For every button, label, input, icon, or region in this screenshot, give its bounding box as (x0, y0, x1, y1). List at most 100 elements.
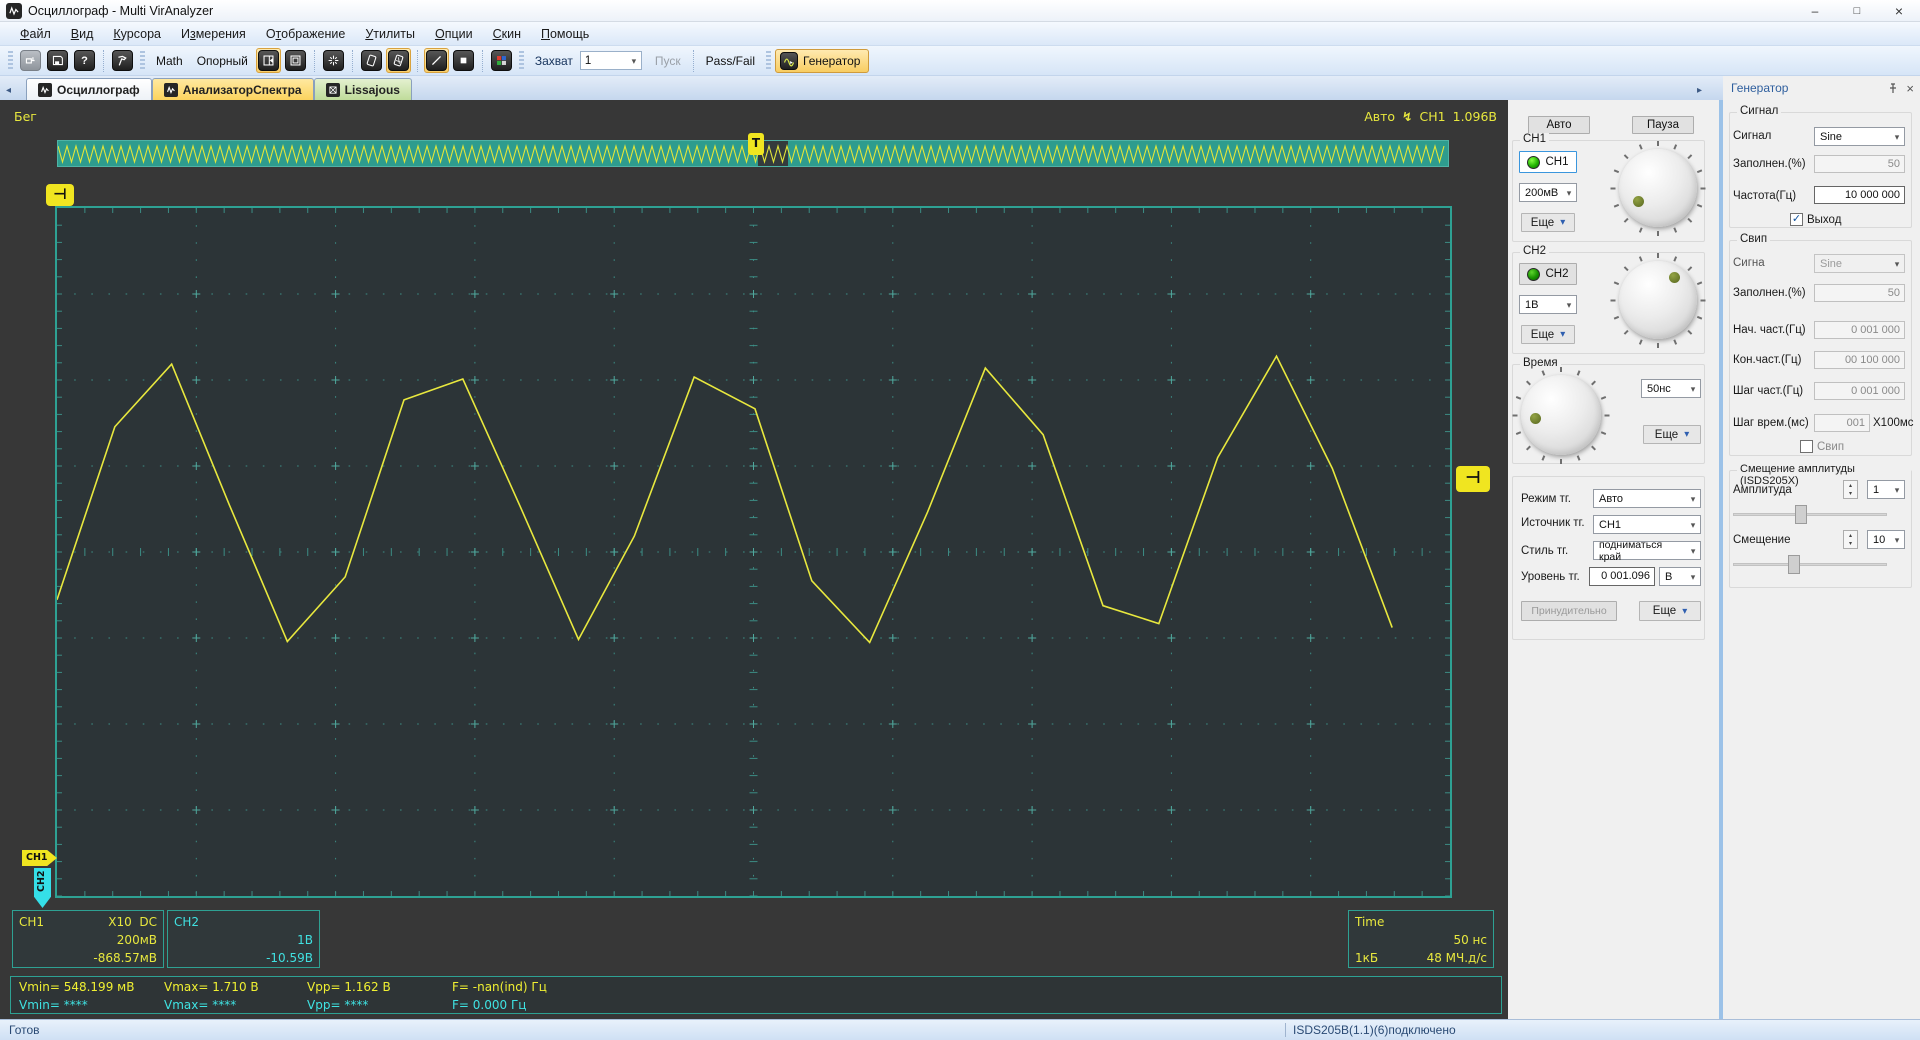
ch1-enable-toggle[interactable]: CH1 (1519, 151, 1577, 173)
ch2-more-button[interactable]: Еще (1521, 325, 1575, 344)
trigger-level-unit-select[interactable]: В (1659, 567, 1701, 586)
close-panel-icon[interactable]: × (1906, 81, 1914, 96)
menu-help[interactable]: Помощь (531, 24, 599, 44)
ch2-ground-marker[interactable]: CH2 (34, 868, 51, 908)
trigger-mode-select[interactable]: Авто (1593, 489, 1701, 508)
spinner-down-icon[interactable] (1844, 490, 1857, 499)
trigger-position-marker[interactable]: ⊣ (46, 184, 74, 206)
generator-toggle-button[interactable]: Генератор (775, 48, 870, 73)
pause-button[interactable]: Пауза (1632, 116, 1694, 134)
sweep-signal-select[interactable]: Sine (1814, 254, 1905, 273)
offset-select[interactable]: 10 (1867, 530, 1905, 549)
menu-utilities[interactable]: Утилиты (355, 24, 425, 44)
toolbar-grip[interactable] (8, 50, 13, 71)
ch2-offset-knob[interactable] (1610, 253, 1706, 348)
tab-scroll-left-icon[interactable] (6, 85, 11, 96)
tab-scroll-right-icon[interactable] (1697, 85, 1702, 96)
ch1-more-button[interactable]: Еще (1521, 213, 1575, 232)
minimize-button[interactable] (1794, 0, 1836, 21)
toolbar: ? Math Опорный Захват 1 ▾ Пуск Pass/Fail… (0, 46, 1920, 76)
step-time-input[interactable]: 001 (1814, 414, 1870, 432)
spinner-down-icon[interactable] (1844, 540, 1857, 549)
menu-options[interactable]: Опции (425, 24, 483, 44)
help-button[interactable]: ? (72, 48, 97, 73)
offset-slider-track[interactable] (1733, 563, 1887, 566)
ch2-group: CH2 CH2 1В Еще (1512, 245, 1706, 354)
trigger-level-input[interactable]: 0 001.096 (1589, 567, 1655, 586)
pin-icon[interactable] (1888, 82, 1898, 94)
device-screen-button[interactable] (359, 48, 384, 73)
colors-button[interactable] (489, 48, 514, 73)
step-freq-input[interactable]: 0 001 000 (1814, 382, 1905, 400)
restore-button[interactable] (1836, 0, 1878, 21)
trigger-level-marker[interactable]: ⊣ (1456, 466, 1490, 492)
ch2-enable-toggle[interactable]: CH2 (1519, 263, 1577, 285)
sweep-duty-input[interactable]: 50 (1814, 284, 1905, 302)
time-more-button[interactable]: Еще (1643, 425, 1701, 444)
menu-view[interactable]: Вид (61, 24, 104, 44)
force-trigger-button[interactable]: Принудительно (1521, 601, 1617, 621)
timebase-select[interactable]: 50нс (1641, 379, 1701, 398)
save-button[interactable] (45, 48, 70, 73)
trigger-style-select[interactable]: подниматься край (1593, 539, 1701, 563)
signal-select[interactable]: Sine (1814, 127, 1905, 146)
scope-graticule[interactable] (55, 206, 1452, 898)
toolbar-grip[interactable] (518, 50, 524, 71)
output-checkbox[interactable] (1790, 213, 1803, 226)
amplitude-slider-thumb[interactable] (1795, 505, 1807, 524)
connect-device-button[interactable] (18, 48, 43, 73)
tab-spectrum-analyzer[interactable]: АнализаторСпектра (151, 78, 314, 100)
toolbar-grip[interactable] (140, 50, 145, 71)
spinner-up-icon[interactable] (1844, 481, 1857, 490)
sweep-checkbox[interactable] (1800, 440, 1813, 453)
start-freq-input[interactable]: 0 001 000 (1814, 321, 1905, 339)
offset-spinner[interactable] (1843, 530, 1858, 549)
trigger-source-select[interactable]: CH1 (1593, 515, 1701, 534)
menu-bar: Файл Вид Курсора Измерения Отображение У… (0, 22, 1920, 46)
device-screen-grid-button[interactable] (385, 48, 411, 73)
spinner-up-icon[interactable] (1844, 531, 1857, 540)
tools-button[interactable] (110, 48, 135, 73)
amplitude-spinner[interactable] (1843, 480, 1858, 499)
math-button[interactable]: Math (149, 51, 190, 71)
menu-cursors[interactable]: Курсора (103, 24, 171, 44)
reference-button[interactable]: Опорный (190, 51, 255, 71)
amplitude-slider-track[interactable] (1733, 513, 1887, 516)
tab-label: АнализаторСпектра (182, 82, 302, 97)
start-button[interactable]: Пуск (648, 51, 688, 71)
waveform-overview-strip[interactable]: T (57, 133, 1449, 167)
toolbar-grip[interactable] (766, 50, 772, 71)
ch1-offset-knob[interactable] (1610, 141, 1706, 236)
tab-oscilloscope[interactable]: Осциллограф (26, 78, 152, 100)
single-pane-button[interactable] (283, 48, 308, 73)
ch1-scale-select[interactable]: 200мВ (1519, 183, 1577, 202)
close-button[interactable] (1878, 0, 1920, 21)
auto-button[interactable]: Авто (1528, 116, 1590, 134)
stop-icon (452, 50, 474, 71)
duty-input[interactable]: 50 (1814, 155, 1905, 173)
offset-slider-thumb[interactable] (1788, 555, 1800, 574)
stop-button[interactable] (451, 48, 476, 73)
ch1-info-title: CH1 (19, 915, 45, 929)
amplitude-select[interactable]: 1 (1867, 480, 1905, 499)
pass-fail-button[interactable]: Pass/Fail (699, 51, 762, 71)
screen-grid-icon (387, 50, 409, 71)
menu-file[interactable]: Файл (10, 24, 61, 44)
trigger-more-button[interactable]: Еще (1639, 601, 1701, 621)
menu-skin[interactable]: Скин (483, 24, 531, 44)
ch1-probe: X10 DC (108, 915, 157, 929)
sample-rate: 48 МЧ.д/с (1426, 951, 1487, 965)
ch2-scale-select[interactable]: 1В (1519, 295, 1577, 314)
split-pane-button[interactable] (255, 48, 281, 73)
ch1-ground-marker[interactable]: CH1 (22, 850, 57, 866)
menu-measurements[interactable]: Измерения (171, 24, 256, 44)
tab-lissajous[interactable]: Lissajous (313, 78, 412, 100)
timebase-knob[interactable] (1512, 367, 1610, 464)
menu-display[interactable]: Отображение (256, 24, 356, 44)
line-draw-button[interactable] (423, 48, 449, 73)
capture-count-select[interactable]: 1 (579, 51, 642, 70)
center-signal-button[interactable] (321, 48, 346, 73)
end-freq-input[interactable]: 00 100 000 (1814, 351, 1905, 369)
trigger-time-marker[interactable]: T (748, 133, 764, 155)
frequency-input[interactable]: 10 000 000 (1814, 186, 1905, 204)
